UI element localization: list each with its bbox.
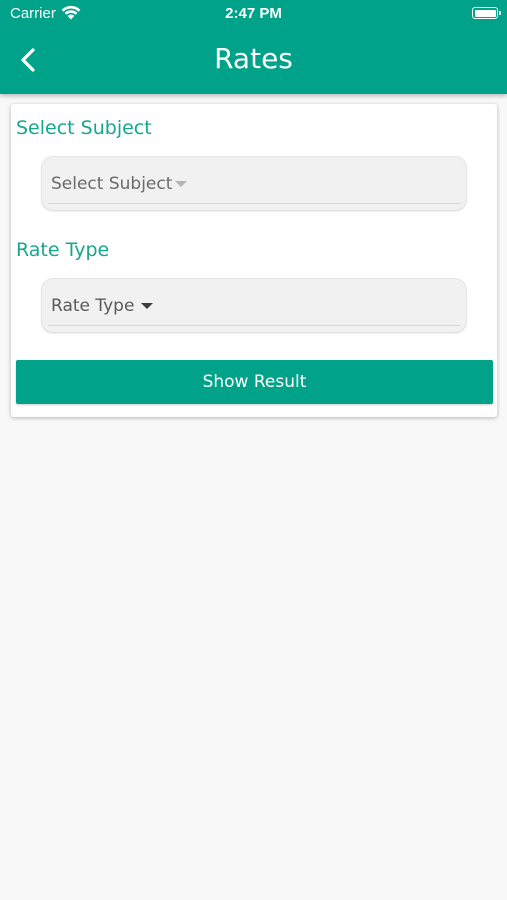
app-header: Carrier 2:47 PM Rates <box>0 0 507 94</box>
select-subject-value: Select Subject <box>51 174 173 194</box>
rate-type-value: Rate Type <box>51 296 135 316</box>
rate-type-label: Rate Type <box>16 239 110 261</box>
battery-icon <box>472 7 501 19</box>
page-title: Rates <box>214 42 293 75</box>
caret-down-icon <box>175 181 187 187</box>
rates-form-card: Select Subject Select Subject Rate Type … <box>11 104 497 417</box>
caret-down-icon <box>141 303 153 309</box>
show-result-button[interactable]: Show Result <box>16 360 493 404</box>
select-subject-dropdown[interactable]: Select Subject <box>41 156 467 211</box>
rate-type-dropdown[interactable]: Rate Type <box>41 278 467 333</box>
status-time: 2:47 PM <box>225 5 282 22</box>
status-bar: Carrier 2:47 PM <box>0 0 507 28</box>
select-subject-label: Select Subject <box>16 117 152 139</box>
